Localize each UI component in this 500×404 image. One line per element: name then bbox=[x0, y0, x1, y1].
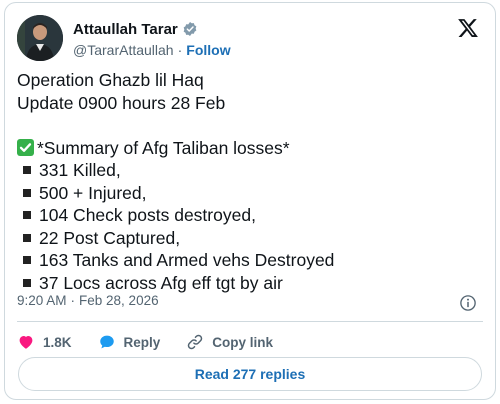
post-time: 9:20 AM bbox=[17, 293, 67, 308]
copy-link-label: Copy link bbox=[212, 334, 274, 350]
list-item: 37 Locs across Afg eff tgt by air bbox=[17, 272, 483, 295]
post-timestamp[interactable]: 9:20 AM · Feb 28, 2026 bbox=[17, 293, 159, 308]
list-item-text: 22 Post Captured, bbox=[39, 227, 181, 248]
post-line-1: Operation Ghazb lil Haq bbox=[17, 70, 204, 90]
square-bullet-icon bbox=[23, 166, 31, 175]
list-item: 22 Post Captured, bbox=[17, 227, 483, 250]
x-logo-icon[interactable] bbox=[457, 17, 479, 39]
summary-line: *Summary of Afg Taliban losses* bbox=[17, 137, 483, 160]
author-handle[interactable]: @TararAttaullah bbox=[73, 42, 174, 58]
list-item: 104 Check posts destroyed, bbox=[17, 204, 483, 227]
verified-badge-icon bbox=[182, 21, 198, 37]
author-name[interactable]: Attaullah Tarar bbox=[73, 21, 178, 38]
reply-button[interactable]: Reply bbox=[98, 333, 161, 351]
action-bar: 1.8K Reply Copy link bbox=[17, 331, 299, 353]
handle-row: @TararAttaullah · Follow bbox=[73, 41, 231, 59]
follow-button[interactable]: Follow bbox=[186, 42, 230, 58]
square-bullet-icon bbox=[23, 211, 31, 220]
list-item-text: 163 Tanks and Armed vehs Destroyed bbox=[39, 250, 335, 270]
check-mark-icon bbox=[17, 138, 34, 156]
square-bullet-icon bbox=[23, 278, 31, 287]
heart-icon bbox=[19, 336, 33, 349]
list-item: 163 Tanks and Armed vehs Destroyed bbox=[17, 249, 483, 272]
list-item-text: 500 + Injured, bbox=[39, 182, 147, 203]
link-icon bbox=[188, 334, 203, 350]
divider bbox=[17, 321, 483, 322]
post-line-2: Update 0900 hours 28 Feb bbox=[17, 92, 226, 113]
square-bullet-icon bbox=[23, 256, 31, 265]
copy-link-button[interactable]: Copy link bbox=[186, 333, 273, 351]
handle-separator: · bbox=[177, 42, 183, 58]
post-text: Operation Ghazb lil Haq Update 0900 hour… bbox=[17, 69, 483, 294]
list-item: 331 Killed, bbox=[17, 159, 483, 182]
avatar[interactable] bbox=[17, 15, 63, 61]
post-header: Attaullah Tarar @TararAttaullah · Follow bbox=[17, 15, 483, 63]
read-replies-button[interactable]: Read 277 replies bbox=[18, 357, 482, 391]
post-date: Feb 28, 2026 bbox=[79, 293, 159, 308]
square-bullet-icon bbox=[23, 188, 31, 197]
list-item-text: 104 Check posts destroyed, bbox=[39, 205, 256, 225]
reply-label: Reply bbox=[123, 334, 161, 350]
avatar-image bbox=[17, 15, 63, 61]
like-count: 1.8K bbox=[43, 334, 72, 350]
info-icon[interactable] bbox=[459, 294, 477, 312]
post-card: Attaullah Tarar @TararAttaullah · Follow… bbox=[4, 2, 496, 400]
list-item-text: 331 Killed, bbox=[39, 160, 121, 180]
name-row: Attaullah Tarar bbox=[73, 19, 198, 39]
summary-text: *Summary of Afg Taliban losses* bbox=[37, 137, 290, 158]
list-item-text: 37 Locs across Afg eff tgt by air bbox=[39, 272, 283, 293]
list-item: 500 + Injured, bbox=[17, 182, 483, 205]
like-button[interactable]: 1.8K bbox=[17, 333, 72, 351]
reply-bubble-icon bbox=[99, 335, 114, 349]
timestamp-separator: · bbox=[70, 293, 76, 308]
square-bullet-icon bbox=[23, 233, 31, 242]
